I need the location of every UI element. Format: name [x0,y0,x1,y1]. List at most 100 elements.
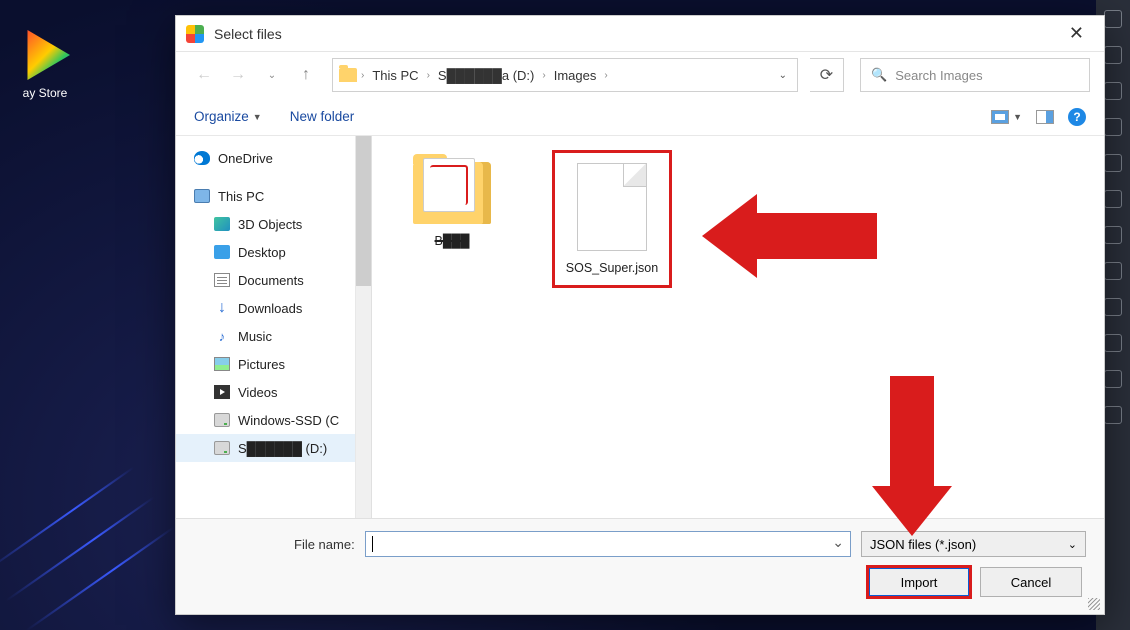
recent-dropdown[interactable]: ⌄ [258,61,286,89]
folder-icon [339,68,357,82]
search-input[interactable]: 🔍 Search Images [860,58,1090,92]
tree-label: Windows-SSD (C [238,413,339,428]
toolbar: Organize ▼ New folder ▼ ? [176,98,1104,136]
tree-label: This PC [218,189,264,204]
scroll-thumb[interactable] [356,136,371,286]
tree-label: Documents [238,273,304,288]
tree-thispc[interactable]: This PC [176,182,355,210]
tree-label: Videos [238,385,278,400]
tree-drive-d[interactable]: S██████ (D:) [176,434,355,462]
close-button[interactable]: ✕ [1059,19,1094,48]
tree-downloads[interactable]: ↓ Downloads [176,294,355,322]
drive-icon [214,441,230,455]
sidebar-icon[interactable] [1104,190,1122,208]
pictures-icon [214,357,230,371]
folder-label: B███ [392,234,512,248]
resize-grip[interactable] [1088,598,1100,610]
annotation-arrow-left [702,194,877,278]
titlebar: Select files ✕ [176,16,1104,52]
tree-winssd[interactable]: Windows-SSD (C [176,406,355,434]
tree-label: Pictures [238,357,285,372]
organize-label: Organize [194,109,249,124]
play-store-label: ay Store [10,86,80,100]
documents-icon [214,273,230,287]
videos-icon [214,385,230,399]
tree-label: OneDrive [218,151,273,166]
sidebar-icon[interactable] [1104,10,1122,28]
file-list[interactable]: B███ SOS_Super.json [372,136,1104,518]
file-item-json[interactable]: SOS_Super.json [552,150,672,288]
breadcrumb-folder[interactable]: Images [550,68,601,83]
filename-label: File name: [294,537,355,552]
chevron-down-icon: ▼ [1013,112,1022,122]
dialog-footer: File name: JSON files (*.json) ⌄ Import … [176,518,1104,614]
nav-tree: OneDrive This PC 3D Objects Desktop Docu… [176,136,356,518]
sidebar-icon[interactable] [1104,82,1122,100]
folder-item[interactable]: B███ [392,150,512,248]
tree-onedrive[interactable]: OneDrive [176,144,355,172]
nav-bar: ← → ⌄ ↑ › This PC › S██████a (D:) › Imag… [176,52,1104,98]
up-button[interactable]: ↑ [292,61,320,89]
dialog-body: OneDrive This PC 3D Objects Desktop Docu… [176,136,1104,518]
sidebar-icon[interactable] [1104,298,1122,316]
tree-pictures[interactable]: Pictures [176,350,355,378]
downloads-icon: ↓ [214,301,230,315]
dialog-title: Select files [214,26,1059,42]
tree-label: Desktop [238,245,286,260]
tree-label: Music [238,329,272,344]
tree-videos[interactable]: Videos [176,378,355,406]
search-placeholder: Search Images [895,68,982,83]
tree-documents[interactable]: Documents [176,266,355,294]
address-bar[interactable]: › This PC › S██████a (D:) › Images › ⌄ [332,58,798,92]
filetype-label: JSON files (*.json) [870,537,976,552]
annotation-arrow-down [872,376,952,536]
file-label: SOS_Super.json [559,261,665,275]
tree-label: Downloads [238,301,302,316]
address-dropdown[interactable]: ⌄ [775,70,791,81]
sidebar-icon[interactable] [1104,406,1122,424]
view-menu[interactable]: ▼ [991,110,1022,124]
app-icon [186,25,204,43]
filename-input[interactable] [365,531,851,557]
chevron-right-icon: › [604,70,607,81]
tree-3dobjects[interactable]: 3D Objects [176,210,355,238]
sidebar-icon[interactable] [1104,370,1122,388]
breadcrumb-drive[interactable]: S██████a (D:) [434,68,538,83]
chevron-down-icon: ⌄ [1068,538,1077,551]
preview-pane-button[interactable] [1036,110,1054,124]
file-icon [577,163,647,251]
sidebar-icon[interactable] [1104,334,1122,352]
onedrive-icon [194,151,210,165]
organize-menu[interactable]: Organize ▼ [194,109,262,124]
pc-icon [194,189,210,203]
sidebar-icon[interactable] [1104,46,1122,64]
play-store-shortcut[interactable]: ay Store [10,30,80,100]
music-icon: ♪ [214,329,230,343]
forward-button[interactable]: → [224,61,252,89]
tree-desktop[interactable]: Desktop [176,238,355,266]
chevron-right-icon: › [427,70,430,81]
back-button[interactable]: ← [190,61,218,89]
new-folder-button[interactable]: New folder [290,109,355,124]
sidebar-icon[interactable] [1104,226,1122,244]
tree-music[interactable]: ♪ Music [176,322,355,350]
tree-label: S██████ (D:) [238,441,327,456]
chevron-down-icon: ▼ [253,112,262,122]
tree-scrollbar[interactable] [356,136,372,518]
tree-label: 3D Objects [238,217,302,232]
cube-icon [214,217,230,231]
sidebar-icon[interactable] [1104,154,1122,172]
file-dialog: Select files ✕ ← → ⌄ ↑ › This PC › S████… [175,15,1105,615]
search-icon: 🔍 [871,67,887,83]
bg-streak [26,527,175,630]
chevron-right-icon: › [542,70,545,81]
bg-streak [6,497,155,602]
import-button[interactable]: Import [868,567,970,597]
refresh-button[interactable]: ⟳ [810,58,844,92]
drive-icon [214,413,230,427]
cancel-button[interactable]: Cancel [980,567,1082,597]
sidebar-icon[interactable] [1104,262,1122,280]
sidebar-icon[interactable] [1104,118,1122,136]
help-button[interactable]: ? [1068,108,1086,126]
breadcrumb-thispc[interactable]: This PC [368,68,422,83]
